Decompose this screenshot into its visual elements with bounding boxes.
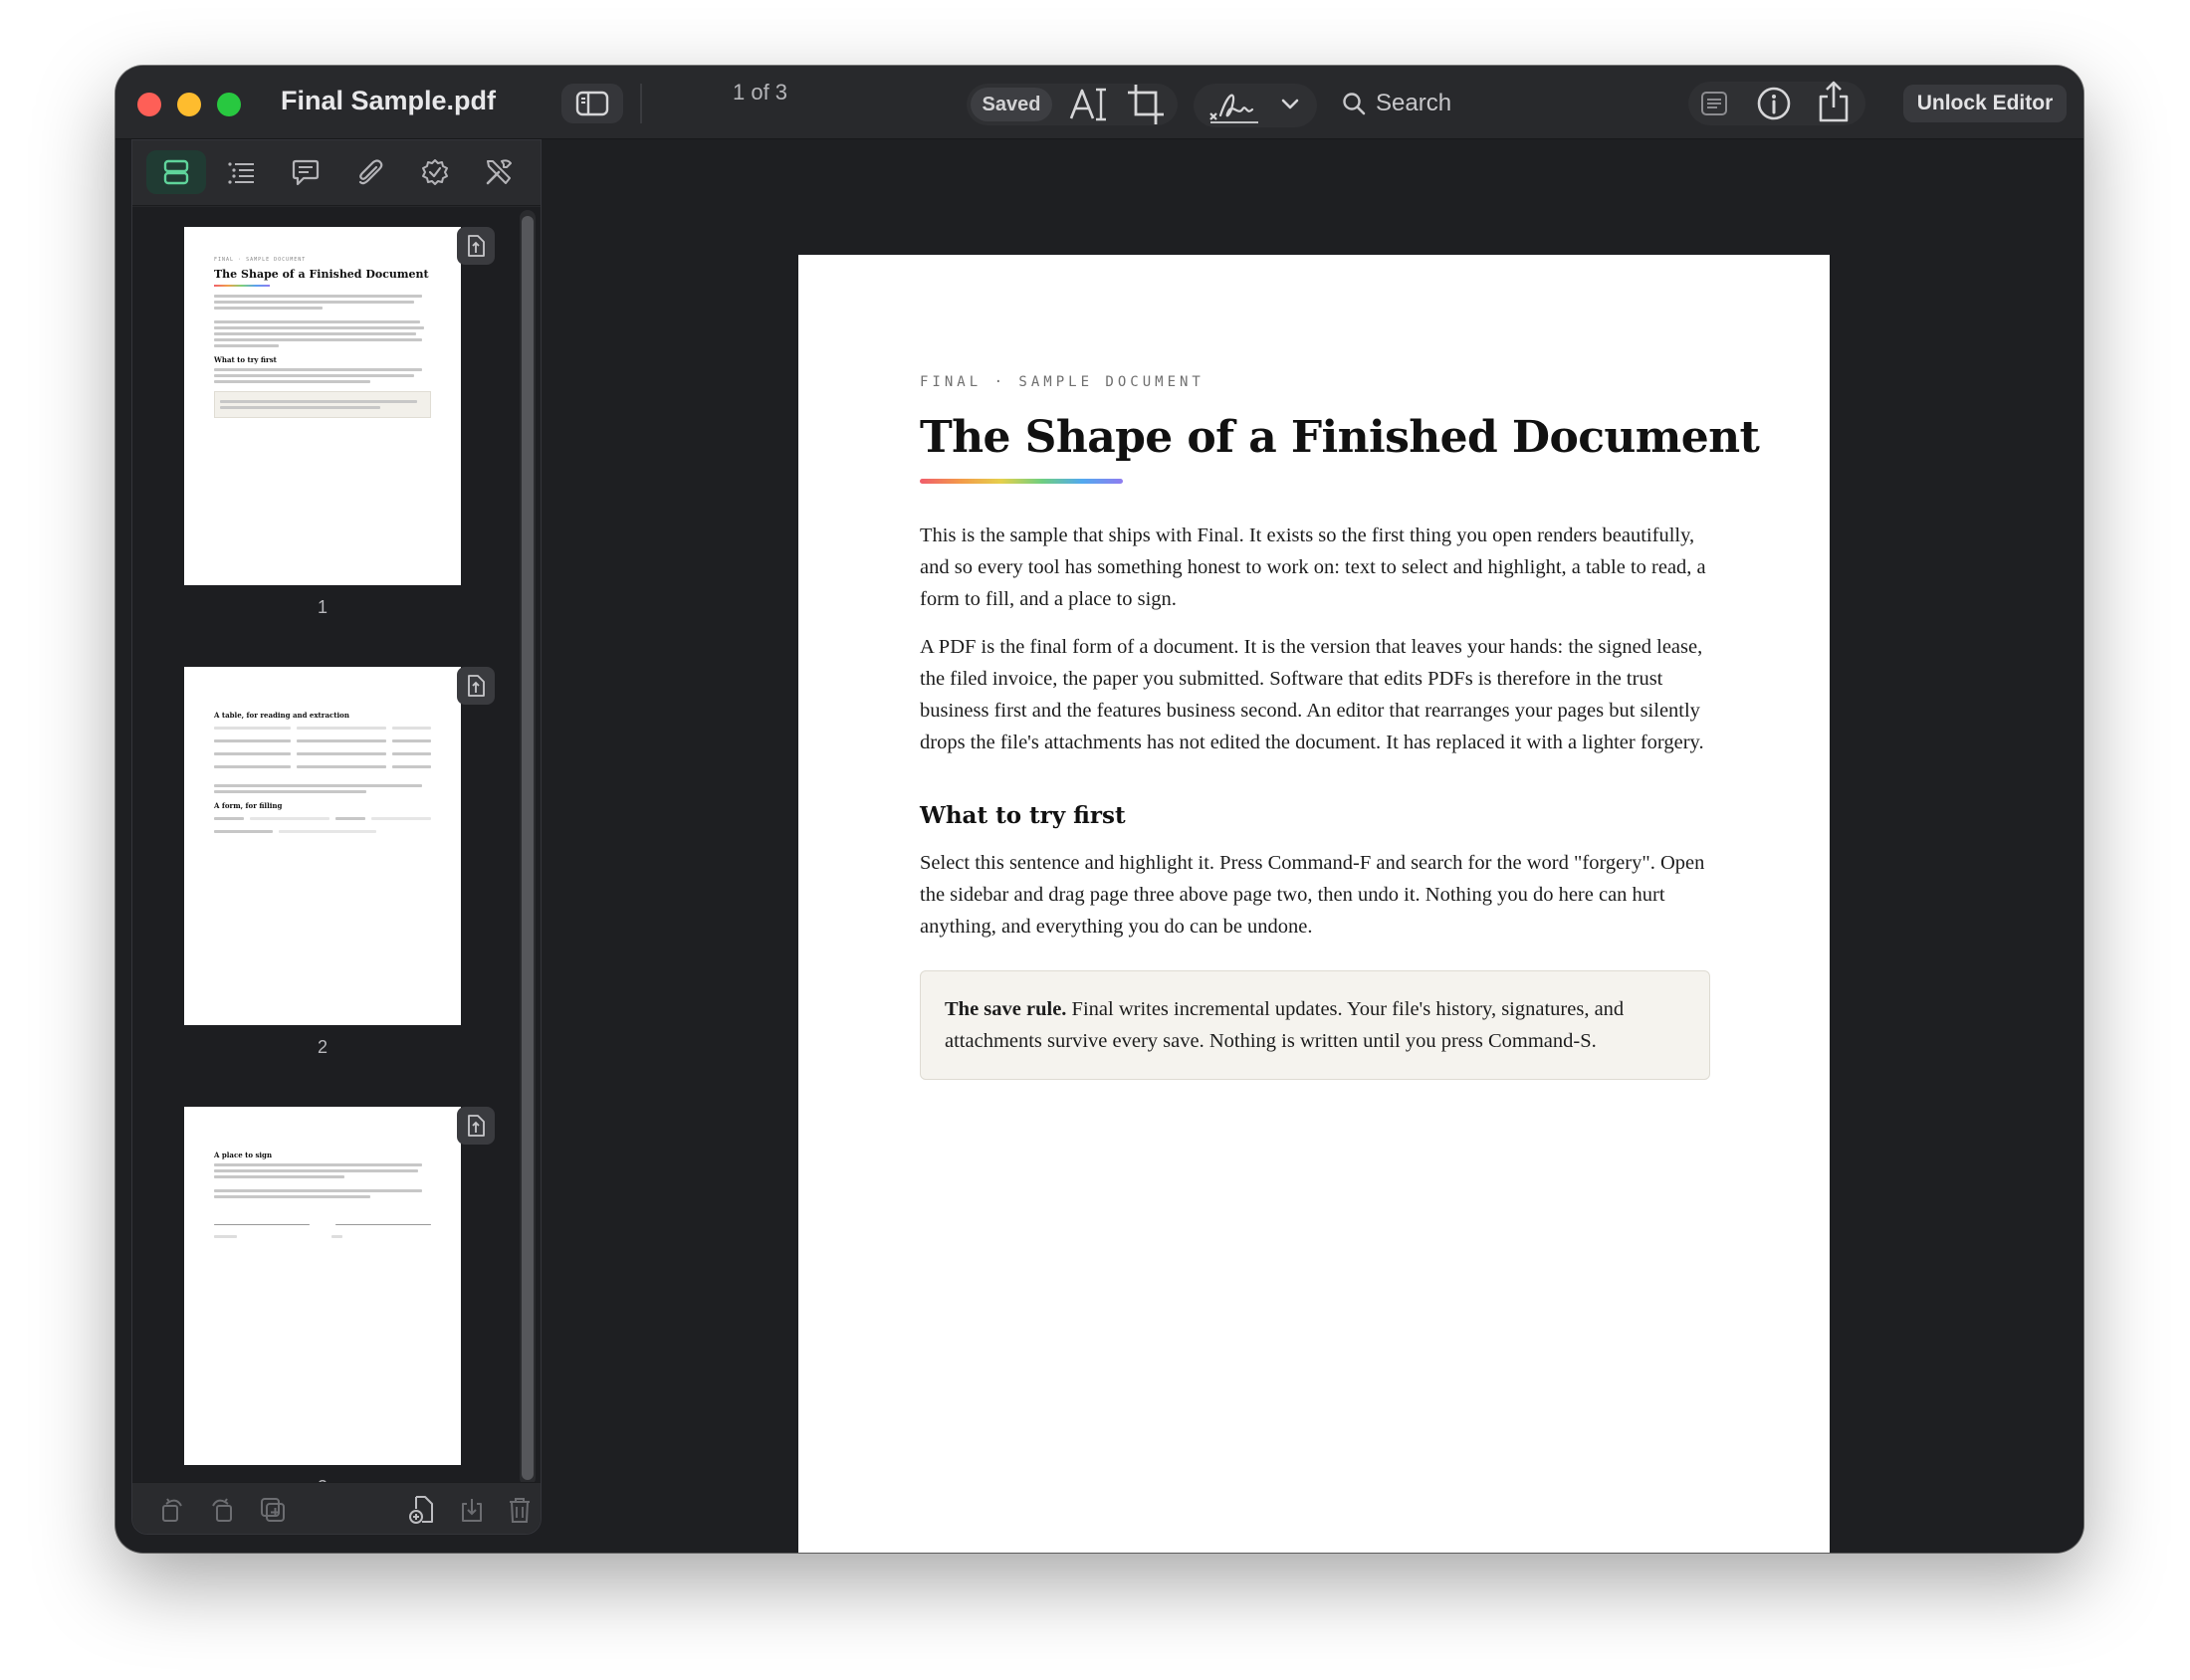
sidebar-tab-bar	[132, 140, 541, 206]
crop-icon	[1128, 85, 1164, 124]
text-list-icon	[1701, 92, 1727, 115]
save-rule-callout[interactable]: The save rule. Final writes incremental …	[920, 970, 1710, 1080]
thumbnails-icon	[163, 159, 189, 185]
file-export-icon	[468, 235, 485, 257]
delete-page-button[interactable]	[503, 1493, 537, 1527]
share-button[interactable]	[1814, 78, 1854, 125]
insert-page-button[interactable]	[405, 1493, 439, 1527]
signature-tool-button[interactable]	[1203, 84, 1266, 127]
text-cursor-icon	[1069, 88, 1106, 121]
signature-icon	[1209, 94, 1258, 123]
page-counter: 1 of 3	[733, 80, 788, 105]
scrollbar-thumb[interactable]	[522, 216, 534, 1480]
document-canvas[interactable]: FINAL · SAMPLE DOCUMENT The Shape of a F…	[543, 139, 2083, 1553]
page-number-label: 1	[317, 597, 328, 617]
document-info-button[interactable]	[1754, 84, 1794, 123]
title-bar: Final Sample.pdf 1 of 3 Saved Search Unl…	[115, 66, 2083, 139]
tools-icon	[486, 159, 512, 185]
share-icon	[1819, 81, 1849, 122]
saved-status-badge: Saved	[971, 88, 1052, 121]
extract-page-icon	[462, 1499, 482, 1522]
tab-outline[interactable]	[211, 150, 271, 194]
body-paragraph[interactable]: Select this sentence and highlight it. P…	[920, 847, 1716, 943]
pdf-page-1[interactable]: FINAL · SAMPLE DOCUMENT The Shape of a F…	[798, 255, 1830, 1553]
rotate-left-button[interactable]	[156, 1493, 190, 1527]
document-heading: The Shape of a Finished Document	[920, 412, 1760, 463]
thumb-heading: A form, for filling	[214, 801, 283, 810]
outline-icon	[228, 162, 254, 184]
insert-page-icon	[409, 1496, 433, 1524]
search-field[interactable]: Search	[1342, 86, 1561, 121]
tab-signatures[interactable]	[405, 150, 465, 194]
file-export-icon	[468, 675, 485, 697]
rotate-right-button[interactable]	[204, 1493, 238, 1527]
sidebar-footer-toolbar	[132, 1482, 541, 1534]
tab-attachments[interactable]	[340, 150, 400, 194]
app-window: Final Sample.pdf 1 of 3 Saved Search Unl…	[115, 66, 2083, 1553]
sidebar-icon	[575, 91, 609, 116]
unlock-editor-button[interactable]: Unlock Editor	[1903, 85, 2067, 122]
search-placeholder: Search	[1376, 90, 1452, 116]
tab-comments[interactable]	[276, 150, 335, 194]
comments-icon	[292, 159, 320, 186]
zoom-window-button[interactable]	[217, 93, 241, 116]
rotate-left-icon	[162, 1498, 182, 1522]
close-window-button[interactable]	[137, 93, 161, 116]
sidebar: FINAL · SAMPLE DOCUMENT The Shape of a F…	[131, 139, 542, 1535]
document-title: Final Sample.pdf	[281, 86, 497, 115]
crop-tool-button[interactable]	[1123, 80, 1169, 129]
body-paragraph[interactable]: This is the sample that ships with Final…	[920, 520, 1716, 615]
thumb-eyebrow: FINAL · SAMPLE DOCUMENT	[214, 257, 307, 263]
duplicate-icon	[261, 1498, 285, 1522]
page-number-label: 2	[317, 1037, 328, 1057]
trash-icon	[510, 1498, 530, 1523]
attachments-icon	[358, 159, 383, 185]
tab-tools[interactable]	[469, 150, 529, 194]
document-eyebrow: FINAL · SAMPLE DOCUMENT	[920, 374, 1204, 390]
duplicate-page-button[interactable]	[256, 1493, 290, 1527]
page-1-export-button[interactable]	[457, 227, 495, 265]
text-select-tool-button[interactable]	[1065, 82, 1111, 127]
page-2-export-button[interactable]	[457, 667, 495, 705]
thumb-title: The Shape of a Finished Document	[214, 268, 429, 281]
thumb-callout	[214, 391, 431, 418]
page-thumbnail-3[interactable]: A place to sign	[184, 1107, 461, 1465]
thumb-heading: A place to sign	[214, 1151, 273, 1159]
badge-icon	[422, 159, 448, 185]
callout-title: The save rule.	[945, 998, 1067, 1020]
thumb-heading: What to try first	[214, 355, 277, 364]
toolbar-divider	[640, 84, 642, 123]
page-thumbnails: FINAL · SAMPLE DOCUMENT The Shape of a F…	[132, 207, 541, 1497]
chevron-down-icon	[1281, 99, 1299, 109]
body-paragraph[interactable]: A PDF is the final form of a document. I…	[920, 631, 1716, 758]
thumb-rainbow-rule	[214, 285, 270, 287]
page-thumbnail-2[interactable]: A table, for reading and extraction A fo…	[184, 667, 461, 1025]
info-icon	[1757, 87, 1791, 120]
reader-mode-button[interactable]	[1694, 86, 1734, 121]
tab-thumbnails[interactable]	[146, 150, 206, 194]
signature-menu-button[interactable]	[1273, 88, 1307, 121]
sidebar-toggle-button[interactable]	[561, 84, 623, 123]
extract-page-button[interactable]	[455, 1493, 489, 1527]
page-thumbnail-1[interactable]: FINAL · SAMPLE DOCUMENT The Shape of a F…	[184, 227, 461, 585]
page-3-export-button[interactable]	[457, 1107, 495, 1145]
rotate-right-icon	[212, 1498, 232, 1522]
file-export-icon	[468, 1115, 485, 1137]
thumb-heading: A table, for reading and extraction	[214, 711, 349, 720]
rainbow-rule	[920, 479, 1123, 484]
search-icon	[1343, 93, 1366, 115]
thumbnail-scrollbar[interactable]	[520, 210, 536, 1486]
section-heading: What to try first	[920, 802, 1126, 829]
minimize-window-button[interactable]	[177, 93, 201, 116]
